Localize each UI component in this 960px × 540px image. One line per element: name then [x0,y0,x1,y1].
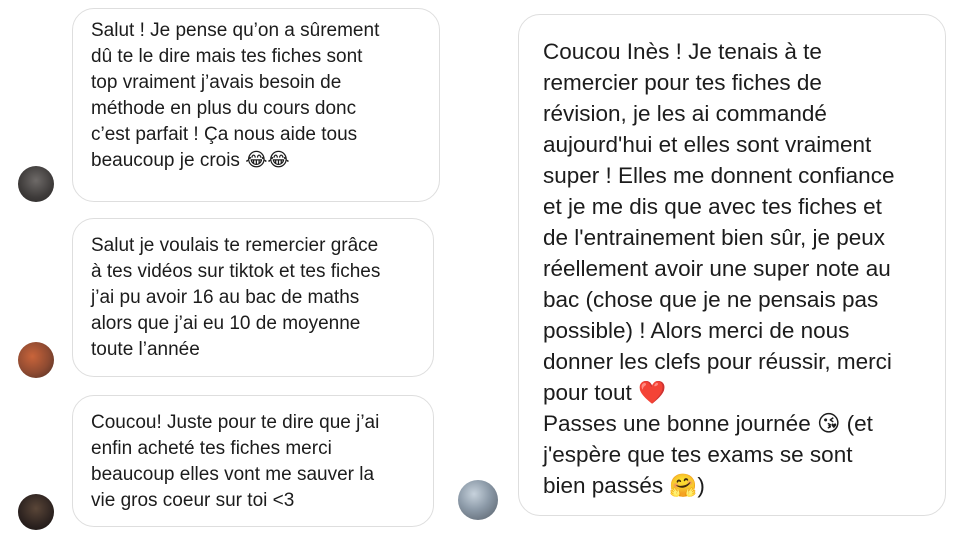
message-bubble: Salut je voulais te remercier grâce à te… [72,218,434,377]
message-bubble: Coucou! Juste pour te dire que j’ai enfi… [72,395,434,527]
message-bubble: Coucou Inès ! Je tenais à te remercier p… [518,14,946,516]
sender-avatar[interactable] [18,342,54,378]
sender-avatar[interactable] [18,166,54,202]
sender-avatar[interactable] [18,494,54,530]
message-bubble: Salut ! Je pense qu’on a sûrement dû te … [72,8,440,202]
sender-avatar[interactable] [458,480,498,520]
